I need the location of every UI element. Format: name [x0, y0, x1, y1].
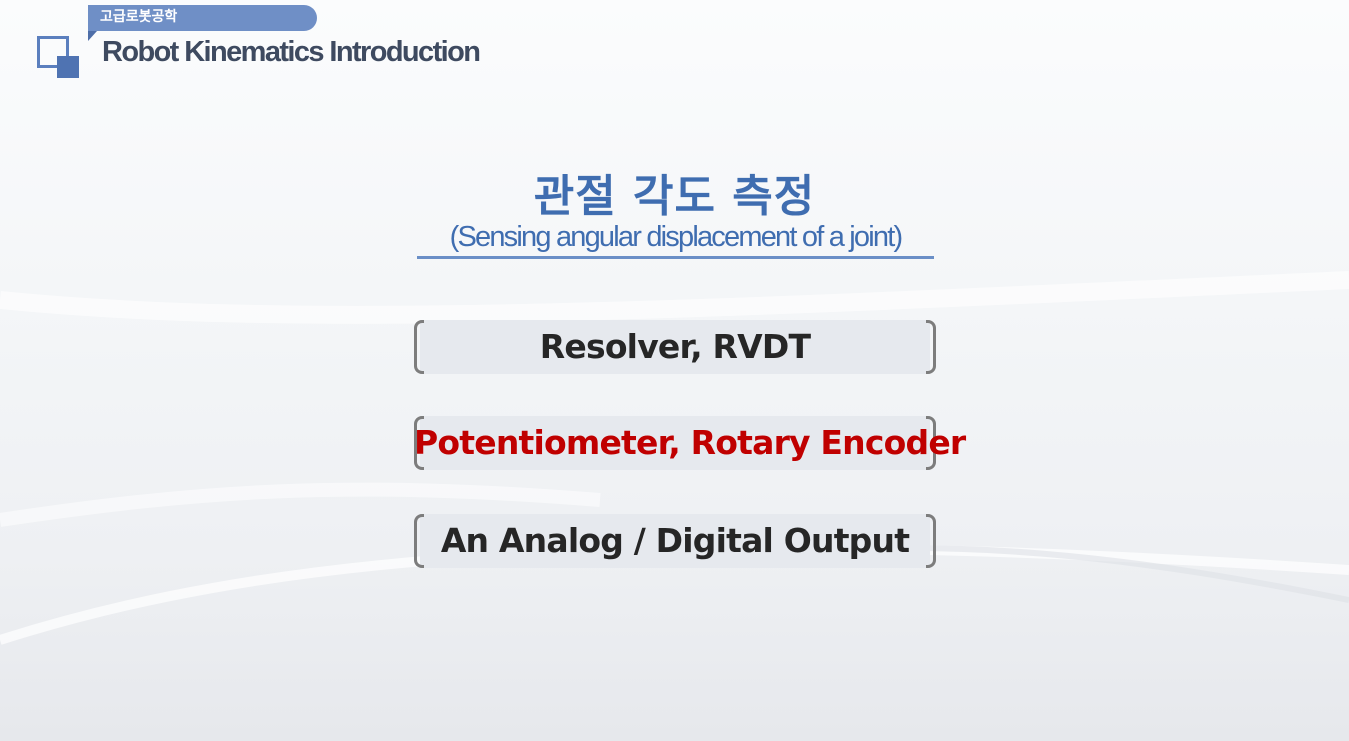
course-tag-tail	[88, 31, 97, 41]
header-title: Robot Kinematics Introduction	[102, 36, 481, 68]
list-item-label: Resolver, RVDT	[539, 327, 811, 366]
list-item-resolver: Resolver, RVDT	[414, 320, 936, 374]
course-tag-label: 고급로봇공학	[100, 9, 178, 25]
square-logo-icon	[37, 36, 79, 78]
course-tag: 고급로봇공학	[88, 5, 317, 31]
slide-title: 관절 각도 측정	[533, 171, 816, 222]
list-item-output: An Analog / Digital Output	[414, 514, 936, 568]
slide-subtitle: (Sensing angular displacement of a joint…	[417, 221, 934, 259]
list-item-label: An Analog / Digital Output	[440, 521, 910, 560]
list-item-label: Potentiometer, Rotary Encoder	[414, 423, 966, 462]
list-item-potentiometer: Potentiometer, Rotary Encoder	[414, 416, 966, 470]
